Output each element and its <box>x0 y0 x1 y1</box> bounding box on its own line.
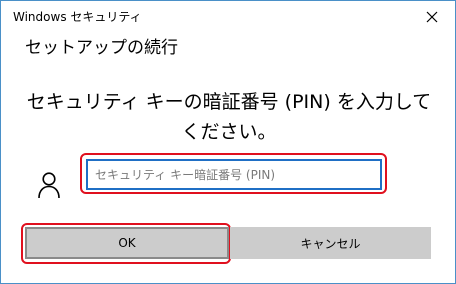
close-icon <box>426 11 438 23</box>
security-dialog: Windows セキュリティ セットアップの続行 セキュリティ キーの暗証番号 … <box>0 0 456 284</box>
cancel-button[interactable]: キャンセル <box>230 227 431 259</box>
window-title: Windows セキュリティ <box>13 10 142 24</box>
close-button[interactable] <box>410 2 454 32</box>
pin-prompt: セキュリティ キーの暗証番号 (PIN) を入力してください。 <box>26 91 432 143</box>
user-icon <box>38 172 60 199</box>
title-bar: Windows セキュリティ <box>1 1 455 33</box>
ok-button[interactable]: OK <box>25 227 229 259</box>
dialog-heading: セットアップの続行 <box>25 38 178 58</box>
pin-input[interactable] <box>86 159 382 190</box>
